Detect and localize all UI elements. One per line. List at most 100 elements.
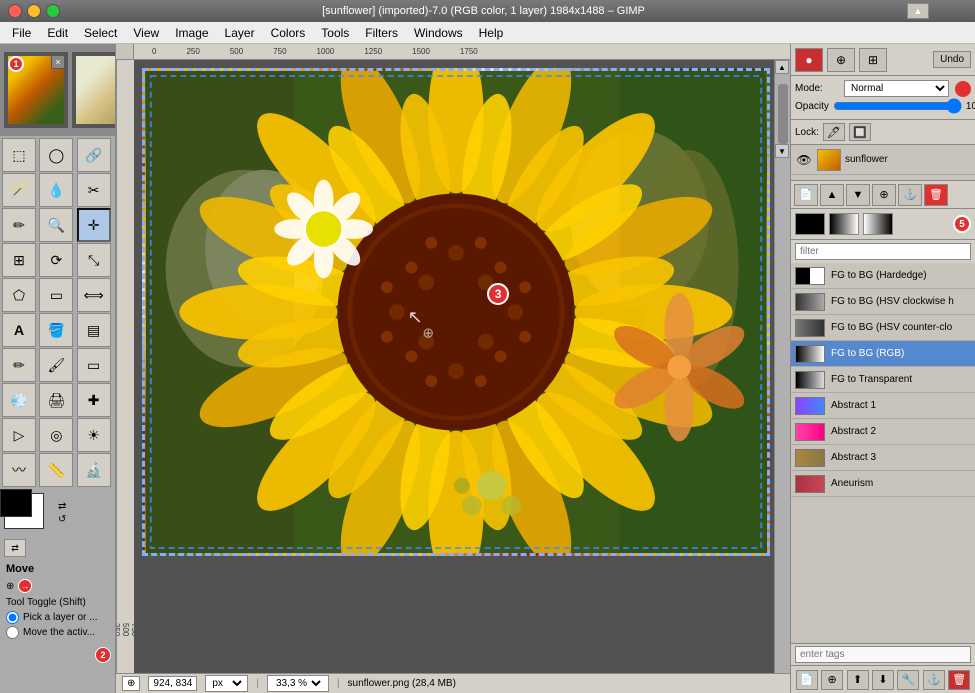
layer-raise-button[interactable]: ▲ [820,184,844,206]
bottom-icon-2[interactable]: ⊕ [821,670,843,690]
tool-perspective-clone[interactable]: ▷ [2,418,36,452]
thumbnail-flower2[interactable]: × [72,52,116,128]
bottom-icon-1[interactable]: 📄 [796,670,818,690]
panel-tool-1[interactable]: ● [795,48,823,72]
close-button[interactable] [8,4,22,18]
minimize-button[interactable] [27,4,41,18]
tool-heal[interactable]: ✚ [77,383,111,417]
undo-button[interactable]: Undo [933,51,971,68]
reset-colors-icon[interactable]: ↺ [58,514,66,525]
menu-layer[interactable]: Layer [217,24,263,42]
scroll-down-button[interactable]: ▼ [775,144,789,158]
bottom-icon-3[interactable]: ⬆ [847,670,869,690]
gradient-filter-input[interactable] [795,243,971,260]
bottom-icon-6[interactable]: ⚓ [923,670,945,690]
tool-airbrush[interactable]: 💨 [2,383,36,417]
gradient-item-abstract3[interactable]: Abstract 3 [791,445,975,471]
layer-new-button[interactable]: 📄 [794,184,818,206]
tool-scale[interactable]: ⤡ [77,243,111,277]
tool-rect-select[interactable]: ⬚ [2,138,36,172]
radio-pick-layer-input[interactable] [6,611,19,624]
bottom-icon-4[interactable]: ⬇ [872,670,894,690]
lock-position-button[interactable]: 🔲 [849,123,871,141]
layer-anchor-button[interactable]: ⚓ [898,184,922,206]
menu-edit[interactable]: Edit [39,24,76,42]
foreground-background-colors[interactable] [4,493,54,533]
tool-shear[interactable]: ⬠ [2,278,36,312]
scroll-up-button[interactable]: ▲ [775,60,789,74]
tool-pencil[interactable]: ✏ [2,348,36,382]
layer-visibility-icon[interactable]: 👁 [795,151,813,169]
black-swatch[interactable] [795,213,825,235]
foreground-color[interactable] [0,489,32,517]
tool-measure[interactable]: 📏 [39,453,73,487]
zoom-select[interactable]: 33,3 % 50 % 100 % [272,677,324,690]
tool-text[interactable]: A [2,313,36,347]
window-resize-button[interactable]: ▲ [907,3,929,19]
layer-sunflower[interactable]: 👁 sunflower [791,145,975,175]
gradient-item-hardedge[interactable]: FG to BG (Hardedge) [791,263,975,289]
menu-help[interactable]: Help [471,24,512,42]
swap-colors-icon[interactable]: ⇄ [58,501,66,512]
radio-move-active-input[interactable] [6,626,19,639]
tool-smudge[interactable]: 〰 [2,453,36,487]
panel-tool-2[interactable]: ⊕ [827,48,855,72]
menu-file[interactable]: File [4,24,39,42]
menu-select[interactable]: Select [76,24,125,42]
tool-fuzzy-select[interactable]: 🪄 [2,173,36,207]
gradient-item-rgb[interactable]: FG to BG (RGB) [791,341,975,367]
gradient-item-abstract1[interactable]: Abstract 1 [791,393,975,419]
tool-perspective[interactable]: ▭ [39,278,73,312]
navigation-button[interactable]: ⊕ [122,676,140,691]
radio-move-active[interactable]: Move the activ... [6,626,109,639]
bottom-icon-7[interactable]: 🗑 [948,670,970,690]
tool-dodge[interactable]: ☀ [77,418,111,452]
gradient-item-abstract2[interactable]: Abstract 2 [791,419,975,445]
thumbnail-close-1[interactable]: × [51,55,65,69]
tool-color-picker[interactable]: 🔬 [77,453,111,487]
gradient-item-hsv-cc[interactable]: FG to BG (HSV counter-clo [791,315,975,341]
image-viewport[interactable]: ↖ ⊕ 3 [134,60,774,673]
canvas-image[interactable]: ↖ ⊕ 3 [142,68,770,556]
tool-paintbrush[interactable]: 🖌 [39,348,73,382]
tool-ellipse-select[interactable]: ◯ [39,138,73,172]
tool-zoom[interactable]: 🔍 [39,208,73,242]
wb-gradient-swatch[interactable] [863,213,893,235]
tool-scissors[interactable]: ✂ [77,173,111,207]
tool-free-select[interactable]: 🔗 [77,138,111,172]
scroll-thumb-vertical[interactable] [778,84,788,144]
tool-gradient[interactable]: ▤ [77,313,111,347]
menu-image[interactable]: Image [167,24,216,42]
bw-gradient-swatch[interactable] [829,213,859,235]
tool-bucket-fill[interactable]: 🪣 [39,313,73,347]
mode-select[interactable]: Normal Dissolve Multiply Screen Overlay [844,80,949,97]
tool-crop[interactable]: ⊞ [2,243,36,277]
thumbnail-sunflower[interactable]: × 1 [4,52,68,128]
bottom-icon-5[interactable]: 🔧 [897,670,919,690]
lock-pixels-button[interactable]: 🖊 [823,123,845,141]
gradient-item-transparent[interactable]: FG to Transparent [791,367,975,393]
tags-input[interactable] [795,646,971,663]
scrollbar-vertical[interactable]: ▲ ▼ [774,60,790,677]
panel-tool-3[interactable]: ⊞ [859,48,887,72]
menu-tools[interactable]: Tools [313,24,357,42]
tool-rotate[interactable]: ⟳ [39,243,73,277]
tool-eraser[interactable]: ▭ [77,348,111,382]
layer-delete-button[interactable]: 🗑 [924,184,948,206]
menu-filters[interactable]: Filters [357,24,406,42]
tool-flip[interactable]: ⟺ [77,278,111,312]
gradient-item-aneurism[interactable]: Aneurism [791,471,975,497]
unit-select[interactable]: px % mm [208,677,245,690]
menu-windows[interactable]: Windows [406,24,471,42]
menu-view[interactable]: View [125,24,167,42]
tool-paths[interactable]: ✏ [2,208,36,242]
opacity-slider[interactable] [833,100,962,112]
radio-pick-layer[interactable]: Pick a layer or ... [6,611,109,624]
tool-blur[interactable]: ◎ [39,418,73,452]
layer-duplicate-button[interactable]: ⊕ [872,184,896,206]
tool-clone[interactable]: 🖨 [39,383,73,417]
tool-move[interactable]: ✛ [77,208,111,242]
maximize-button[interactable] [46,4,60,18]
gradient-item-hsv-cw[interactable]: FG to BG (HSV clockwise h [791,289,975,315]
layer-lower-button[interactable]: ▼ [846,184,870,206]
